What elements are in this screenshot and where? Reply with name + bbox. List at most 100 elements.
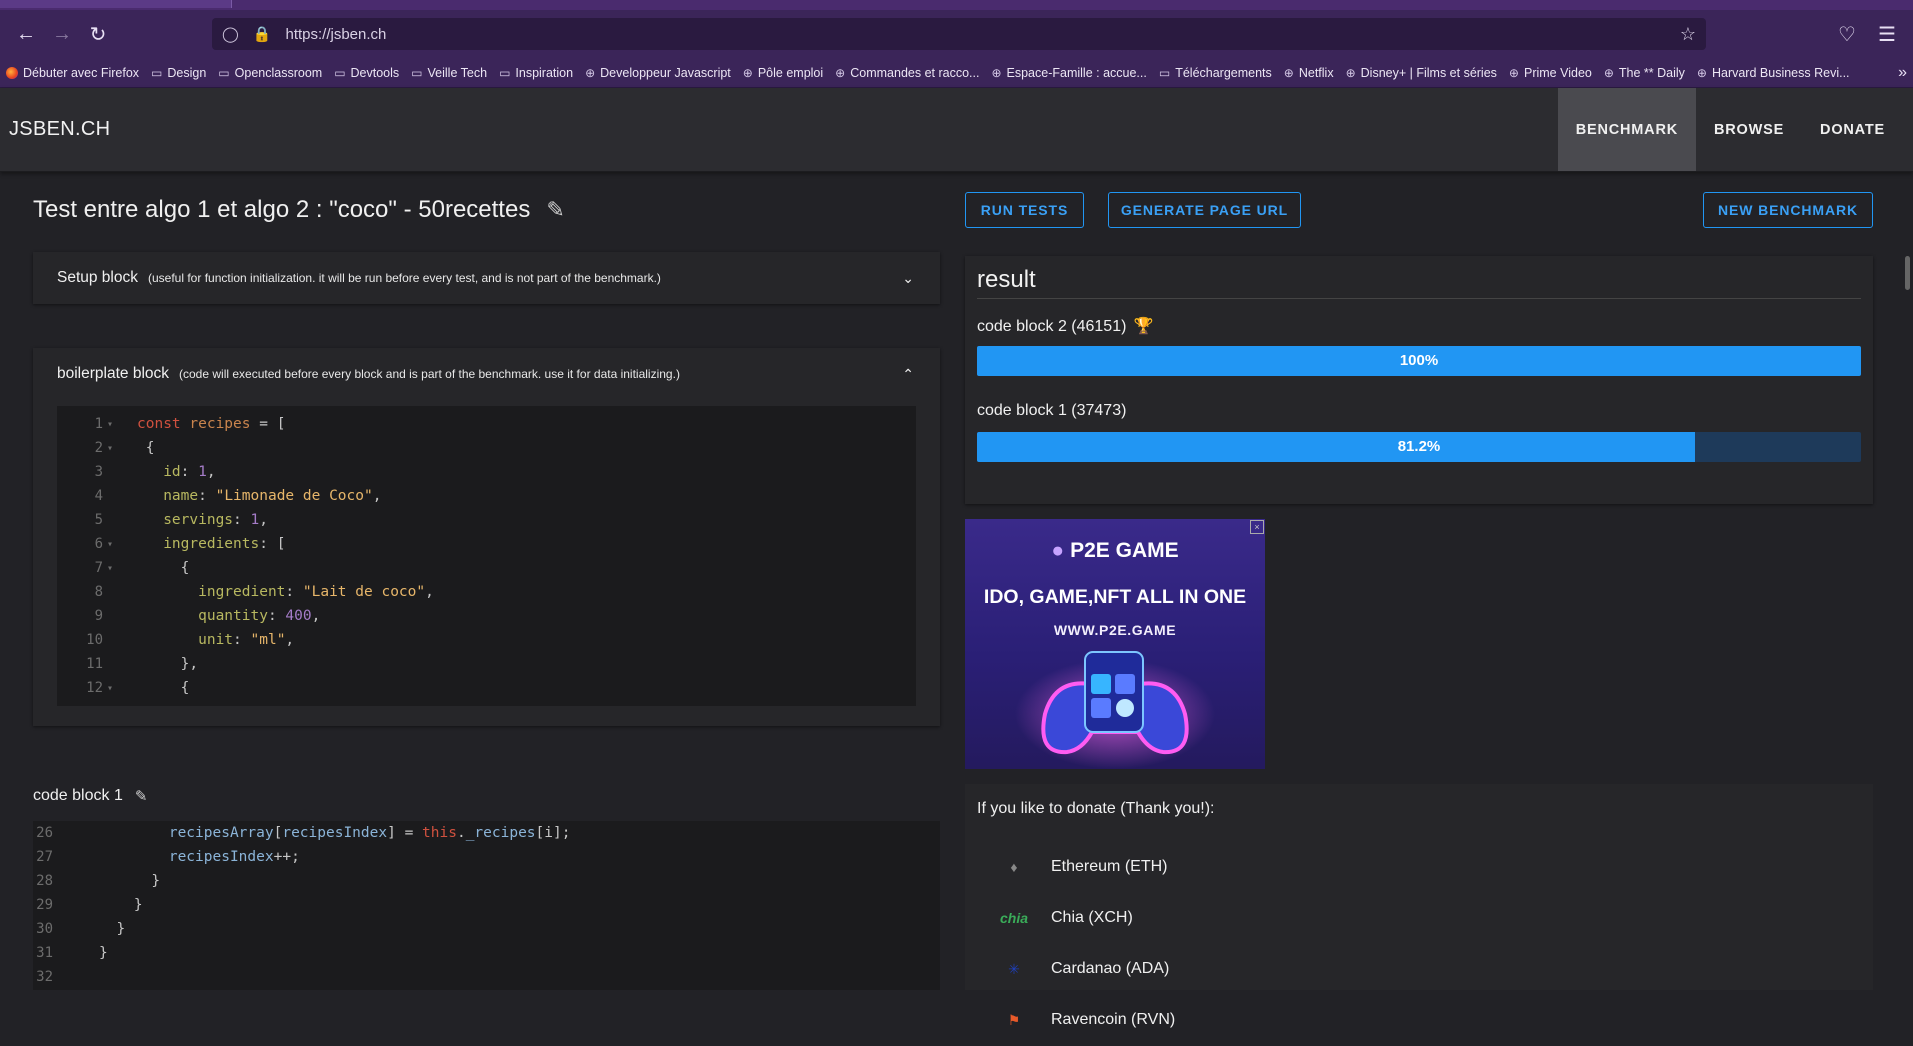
bookmark-item[interactable]: ⊕ Developpeur Javascript bbox=[585, 66, 731, 80]
bookmark-item[interactable]: ⊕ The ** Daily bbox=[1604, 66, 1685, 80]
bookmark-item[interactable]: ▭ Devtools bbox=[334, 66, 399, 80]
bookmark-item[interactable]: ▭ Design bbox=[151, 66, 206, 80]
bookmark-label[interactable]: Developpeur Javascript bbox=[600, 66, 731, 80]
forward-icon[interactable]: → bbox=[44, 16, 80, 52]
code-line: 6 ▾ ingredients: [ bbox=[57, 532, 916, 556]
bookmarks-bar: Débuter avec Firefox ▭ Design ▭ Openclassroo… bbox=[0, 58, 1913, 88]
line-number: 12 bbox=[86, 680, 103, 696]
folder-icon: ▭ bbox=[151, 65, 163, 80]
globe-icon: ⊕ bbox=[1603, 65, 1614, 80]
bookmark-label[interactable]: Disney+ | Films et séries bbox=[1361, 66, 1497, 80]
new-benchmark-button[interactable]: NEW BENCHMARK bbox=[1703, 192, 1873, 228]
code-line: 9 quantity: 400, bbox=[57, 604, 916, 628]
boilerplate-editor[interactable]: 1 ▾ const recipes = [2 ▾ {3 id: 1, 4 name: "… bbox=[57, 406, 916, 706]
bookmark-label[interactable]: Débuter avec Firefox bbox=[23, 66, 139, 80]
ad-gamepad-illustration bbox=[1015, 651, 1215, 769]
bookmarks-overflow-icon[interactable]: » bbox=[1898, 64, 1907, 82]
edit-title-pencil-icon[interactable]: ✎ bbox=[546, 197, 564, 223]
bookmark-item[interactable]: Débuter avec Firefox bbox=[6, 66, 139, 80]
code-text: } bbox=[99, 945, 108, 961]
bookmark-item[interactable]: ⊕ Commandes et racco... bbox=[835, 66, 979, 80]
bookmark-item[interactable]: ▭ Veille Tech bbox=[411, 66, 487, 80]
bookmark-label[interactable]: The ** Daily bbox=[1619, 66, 1685, 80]
bookmark-label[interactable]: Openclassroom bbox=[235, 66, 323, 80]
bookmark-label[interactable]: Netflix bbox=[1299, 66, 1334, 80]
back-icon[interactable]: ← bbox=[8, 16, 44, 52]
main-content: Test entre algo 1 et algo 2 : "coco" - 5… bbox=[0, 172, 1913, 1028]
code-text: } bbox=[99, 921, 126, 937]
setup-block-panel[interactable]: Setup block (useful for function initial… bbox=[33, 252, 940, 304]
globe-icon: ⊕ bbox=[1508, 65, 1519, 80]
code-text: recipesArray[recipesIndex] = this._recip… bbox=[168, 825, 571, 841]
bookmark-label[interactable]: Inspiration bbox=[515, 66, 573, 80]
line-number: 4 bbox=[94, 488, 103, 504]
fold-arrow-icon[interactable]: ▾ bbox=[103, 419, 119, 430]
reload-icon[interactable]: ↻ bbox=[80, 16, 116, 52]
site-logo[interactable]: JSBEN.CH bbox=[9, 118, 110, 141]
bookmark-label[interactable]: Devtools bbox=[351, 66, 400, 80]
bookmark-item[interactable]: ⊕ Prime Video bbox=[1509, 66, 1592, 80]
bookmark-label[interactable]: Prime Video bbox=[1524, 66, 1592, 80]
code-line: 5 servings: 1, bbox=[57, 508, 916, 532]
bookmark-item[interactable]: ▭ Openclassroom bbox=[218, 66, 322, 80]
fold-arrow-icon[interactable]: ▾ bbox=[103, 539, 119, 550]
ad-close-icon[interactable]: × bbox=[1250, 520, 1264, 534]
ad-headline: IDO, GAME,NFT ALL IN ONE bbox=[983, 586, 1247, 608]
nav-benchmark[interactable]: BENCHMARK bbox=[1557, 88, 1696, 171]
fold-arrow-icon[interactable]: ▾ bbox=[103, 683, 119, 694]
bookmark-label[interactable]: Commandes et racco... bbox=[850, 66, 979, 80]
bookmark-item[interactable]: ▭ Inspiration bbox=[499, 66, 573, 80]
bookmark-label[interactable]: Design bbox=[167, 66, 206, 80]
bookmark-item[interactable]: ⊕ Netflix bbox=[1284, 66, 1334, 80]
fold-arrow-icon[interactable]: ▾ bbox=[103, 443, 119, 454]
advertisement[interactable]: × ● P2E GAME IDO, GAME,NFT ALL IN ONE WWW… bbox=[965, 519, 1265, 769]
code-line: 28 } bbox=[33, 869, 940, 893]
line-number: 27 bbox=[36, 849, 53, 865]
nav-donate[interactable]: DONATE bbox=[1802, 88, 1903, 171]
bookmark-label[interactable]: Harvard Business Revi... bbox=[1712, 66, 1850, 80]
chevron-up-icon[interactable]: ⌃ bbox=[902, 366, 914, 383]
line-number: 5 bbox=[94, 512, 103, 528]
bookmark-item[interactable]: ⊕ Pôle emploi bbox=[743, 66, 823, 80]
fold-arrow-icon[interactable]: ▾ bbox=[103, 563, 119, 574]
chevron-down-icon[interactable]: ⌄ bbox=[902, 270, 914, 287]
bookmark-item[interactable]: ⊕ Harvard Business Revi... bbox=[1697, 66, 1850, 80]
run-tests-button[interactable]: RUN TESTS bbox=[965, 192, 1084, 228]
code-block-1-editor[interactable]: 26 recipesArray[recipesIndex] = this._re… bbox=[33, 821, 940, 990]
shield-icon[interactable]: ◯ bbox=[222, 25, 239, 43]
code-text: name: "Limonade de Coco", bbox=[163, 488, 382, 504]
pocket-icon[interactable]: ♡ bbox=[1829, 16, 1865, 52]
donate-coin-item[interactable]: chia Chia (XCH) bbox=[977, 909, 1133, 927]
line-number: 28 bbox=[36, 873, 53, 889]
donate-coin-item[interactable]: ♦ Ethereum (ETH) bbox=[977, 858, 1167, 876]
boilerplate-block-subtitle: (code will executed before every block a… bbox=[179, 367, 680, 381]
folder-icon: ▭ bbox=[411, 65, 423, 80]
edit-code-block-pencil-icon[interactable]: ✎ bbox=[135, 787, 148, 805]
generate-page-url-button[interactable]: GENERATE PAGE URL bbox=[1108, 192, 1301, 228]
bookmark-label[interactable]: Pôle emploi bbox=[758, 66, 823, 80]
lock-icon[interactable]: 🔒 bbox=[253, 25, 272, 43]
line-number: 6 bbox=[94, 536, 103, 552]
donate-coin-item[interactable]: ✳ Cardanao (ADA) bbox=[977, 960, 1169, 978]
active-tab[interactable] bbox=[0, 0, 232, 8]
trophy-icon: 🏆 bbox=[1133, 318, 1154, 335]
bookmark-item[interactable]: ⊕ Disney+ | Films et séries bbox=[1346, 66, 1497, 80]
code-line: 33return recipesArray; bbox=[33, 989, 940, 990]
bookmark-star-icon[interactable]: ☆ bbox=[1680, 24, 1696, 45]
bookmark-item[interactable]: ▭ Téléchargements bbox=[1159, 66, 1272, 80]
url-bar[interactable]: ◯ 🔒 https://jsben.ch ☆ bbox=[212, 18, 1706, 50]
bookmark-item[interactable]: ⊕ Espace-Famille : accue... bbox=[991, 66, 1146, 80]
donate-panel: If you like to donate (Thank you!): ♦ Eth… bbox=[965, 784, 1873, 1028]
code-text: unit: "ml", bbox=[198, 632, 295, 648]
nav-browse[interactable]: BROWSE bbox=[1696, 88, 1802, 171]
code-line: 32 bbox=[33, 965, 940, 989]
donate-coin-item[interactable]: ⚑ Ravencoin (RVN) bbox=[977, 1011, 1175, 1029]
ethereum-icon: ♦ bbox=[1010, 859, 1018, 875]
bookmark-label[interactable]: Veille Tech bbox=[428, 66, 488, 80]
url-text[interactable]: https://jsben.ch bbox=[285, 26, 386, 43]
bookmark-label[interactable]: Téléchargements bbox=[1175, 66, 1272, 80]
site-header: JSBEN.CH BENCHMARK BROWSE DONATE bbox=[0, 88, 1913, 172]
bookmark-label[interactable]: Espace-Famille : accue... bbox=[1007, 66, 1147, 80]
page-scrollbar[interactable] bbox=[1905, 256, 1910, 290]
menu-icon[interactable]: ☰ bbox=[1869, 16, 1905, 52]
